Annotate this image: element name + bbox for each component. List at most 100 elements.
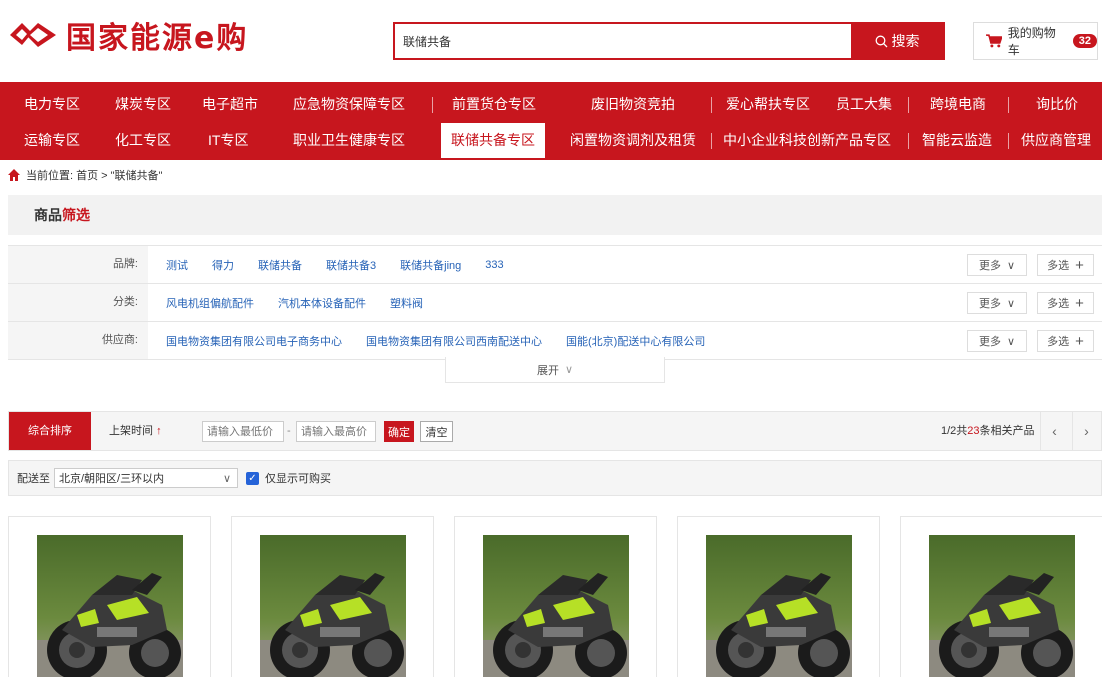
filter-more-button[interactable]: 更多 ∨ [967,292,1027,314]
nav-row-1: 电力专区 煤炭专区 电子超市 应急物资保障专区 前置货仓专区 废旧物资竞拍 爱心… [0,87,1102,122]
logo-text: 国家能源e购 [66,21,249,56]
filter-label-brand: 品牌: [8,246,148,283]
chevron-left-icon: ‹ [1052,423,1057,439]
motorcycle-image [483,535,629,677]
search-button[interactable]: 搜索 [851,24,943,58]
search-button-label: 搜索 [891,33,920,49]
price-confirm-button[interactable]: 确定 [384,421,414,442]
sort-default-button[interactable]: 综合排序 [9,412,91,450]
product-image[interactable] [483,535,629,677]
prev-page-button[interactable]: ‹ [1040,412,1068,450]
product-card[interactable] [231,516,434,677]
max-price-input[interactable] [296,421,376,442]
product-card[interactable] [454,516,657,677]
nav-item-idle-materials[interactable]: 闲置物资调剂及租赁 [570,123,696,158]
filter-row-category: 分类: 风电机组偏航配件 汽机本体设备配件 塑料阀 更多 ∨ 多选 + [8,284,1102,322]
filter-label-category: 分类: [8,284,148,321]
main-nav: 电力专区 煤炭专区 电子超市 应急物资保障专区 前置货仓专区 废旧物资竞拍 爱心… [0,82,1102,160]
filter-option[interactable]: 得力 [212,257,234,273]
nav-item-it[interactable]: IT专区 [208,123,248,158]
only-buyable-label: 仅显示可购买 [265,473,331,485]
filter-option[interactable]: 国电物资集团有限公司电子商务中心 [166,333,342,349]
filter-option[interactable]: 汽机本体设备配件 [278,295,366,311]
cart-button[interactable]: 我的购物车 32 [973,22,1098,60]
sort-bar: 综合排序 上架时间 ↑ - 确定 清空 1/2共23条相关产品 ‹ › [8,411,1102,451]
product-image[interactable] [260,535,406,677]
nav-divider [1008,133,1009,149]
nav-item-cloud-supervision[interactable]: 智能云监造 [922,123,992,158]
next-page-button[interactable]: › [1072,412,1100,450]
nav-item-coal[interactable]: 煤炭专区 [115,87,171,122]
product-image[interactable] [706,535,852,677]
expand-label: 展开 [536,364,559,377]
nav-item-crossborder[interactable]: 跨境电商 [930,87,986,122]
product-image[interactable] [37,535,183,677]
home-icon [8,169,20,181]
nav-item-warehouse[interactable]: 前置货仓专区 [452,87,536,122]
sort-by-time-button[interactable]: 上架时间 ↑ [109,412,162,450]
product-card[interactable] [8,516,211,677]
filter-values-supplier: 国电物资集团有限公司电子商务中心 国电物资集团有限公司西南配送中心 国能(北京)… [166,322,705,359]
filter-row-supplier: 供应商: 国电物资集团有限公司电子商务中心 国电物资集团有限公司西南配送中心 国… [8,322,1102,360]
nav-item-power[interactable]: 电力专区 [24,87,80,122]
nav-item-joint-reserve[interactable]: 联储共备专区 [441,123,545,158]
chevron-down-icon: ∨ [1006,259,1016,272]
search-bar: 搜索 [393,22,945,60]
search-input[interactable] [395,24,851,58]
arrow-up-icon: ↑ [156,425,162,437]
cart-count-badge: 32 [1072,34,1097,48]
filter-table: 品牌: 测试 得力 联储共备 联储共备3 联储共备jing 333 更多 ∨ 多… [8,245,1102,360]
nav-item-transport[interactable]: 运输专区 [24,123,80,158]
nav-item-auction[interactable]: 废旧物资竞拍 [591,87,675,122]
chevron-down-icon: ∨ [1006,335,1016,348]
nav-item-occupational-health[interactable]: 职业卫生健康专区 [293,123,405,158]
filter-multi-button[interactable]: 多选 + [1037,292,1094,314]
product-card[interactable] [900,516,1102,677]
filter-row-brand: 品牌: 测试 得力 联储共备 联储共备3 联储共备jing 333 更多 ∨ 多… [8,246,1102,284]
filter-option[interactable]: 联储共备3 [326,257,376,273]
nav-divider [432,97,433,113]
filter-multi-button[interactable]: 多选 + [1037,330,1094,352]
nav-divider [1008,97,1009,113]
filter-option[interactable]: 测试 [166,257,188,273]
expand-filters-button[interactable]: 展开 ∨ [445,357,665,383]
filter-multi-label: 多选 [1047,298,1070,310]
filter-option[interactable]: 国电物资集团有限公司西南配送中心 [366,333,542,349]
min-price-input[interactable] [202,421,284,442]
nav-item-staff-market[interactable]: 员工大集 [836,87,892,122]
filter-more-label: 更多 [978,260,1001,272]
filter-option[interactable]: 联储共备 [258,257,302,273]
nav-item-chemical[interactable]: 化工专区 [115,123,171,158]
nav-item-sme-innovation[interactable]: 中小企业科技创新产品专区 [723,123,891,158]
delivery-location-select[interactable]: 北京/朝阳区/三环以内 ∨ [54,468,238,488]
filter-values-brand: 测试 得力 联储共备 联储共备3 联储共备jing 333 [166,246,504,283]
filter-more-label: 更多 [978,336,1001,348]
filter-values-category: 风电机组偏航配件 汽机本体设备配件 塑料阀 [166,284,423,321]
only-buyable-checkbox[interactable]: ✓ [246,471,259,485]
product-card[interactable] [677,516,880,677]
filter-multi-button[interactable]: 多选 + [1037,254,1094,276]
filter-more-button[interactable]: 更多 ∨ [967,254,1027,276]
logo-mark-icon [10,23,56,47]
filter-more-button[interactable]: 更多 ∨ [967,330,1027,352]
page-info-a: 1/2共 [941,425,968,437]
filter-option[interactable]: 国能(北京)配送中心有限公司 [566,333,705,349]
plus-icon: + [1075,294,1084,312]
nav-item-emergency[interactable]: 应急物资保障专区 [293,87,405,122]
nav-item-electronics[interactable]: 电子超市 [202,87,258,122]
motorcycle-image [37,535,183,677]
nav-item-inquiry[interactable]: 询比价 [1036,87,1078,122]
filter-option[interactable]: 风电机组偏航配件 [166,295,254,311]
price-clear-button[interactable]: 清空 [420,421,453,442]
site-logo[interactable]: 国家能源e购 [8,14,248,56]
filter-option[interactable]: 塑料阀 [390,295,423,311]
nav-item-charity[interactable]: 爱心帮扶专区 [726,87,810,122]
filter-more-label: 更多 [978,298,1001,310]
nav-item-supplier-mgmt[interactable]: 供应商管理 [1021,123,1091,158]
nav-row-2: 运输专区 化工专区 IT专区 职业卫生健康专区 联储共备专区 闲置物资调剂及租赁… [0,123,1102,158]
search-icon [875,35,887,47]
filter-option[interactable]: 联储共备jing [400,257,461,273]
filter-option[interactable]: 333 [485,259,503,271]
product-image[interactable] [929,535,1075,677]
sort-time-label: 上架时间 [109,425,153,437]
